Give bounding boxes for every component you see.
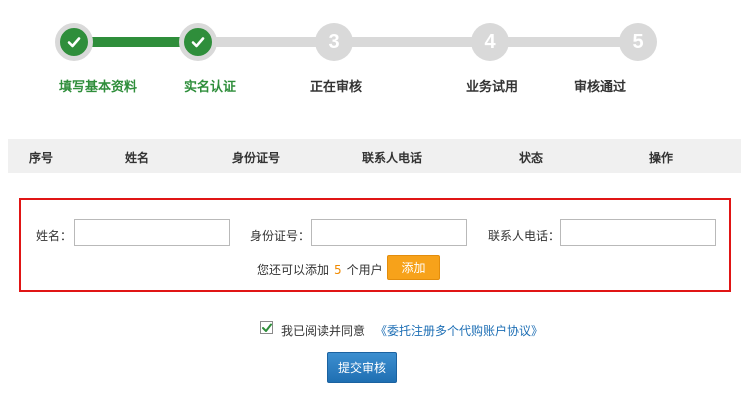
- checkmark-icon: [262, 323, 272, 332]
- remaining-users-hint: 您还可以添加 5 个用户: [257, 261, 383, 278]
- agreement-checkbox[interactable]: [260, 321, 273, 334]
- phone-input[interactable]: [560, 219, 716, 246]
- phone-label: 联系人电话：: [488, 229, 561, 243]
- column-header-phone: 联系人电话: [361, 151, 423, 165]
- step-5-number: 5: [632, 30, 644, 53]
- name-label: 姓名：: [36, 229, 73, 243]
- add-user-button[interactable]: 添加: [387, 255, 440, 280]
- step-4-number: 4: [484, 30, 496, 53]
- check-icon: [191, 37, 205, 48]
- user-table-header: 序号 姓名 身份证号 联系人电话 状态 操作: [8, 139, 741, 173]
- id-number-input[interactable]: [311, 219, 467, 246]
- hint-suffix: 个用户: [346, 263, 383, 277]
- column-header-status: 状态: [518, 151, 544, 165]
- step-3-label: 正在审核: [309, 80, 363, 95]
- step-3-circle: 3: [315, 23, 353, 61]
- step-5-circle: 5: [619, 23, 657, 61]
- hint-prefix: 您还可以添加: [257, 263, 330, 277]
- step-4-circle: 4: [471, 23, 509, 61]
- progress-track-pending: [198, 37, 638, 47]
- agreement-link[interactable]: 《委托注册多个代购账户协议》: [375, 322, 543, 339]
- name-input[interactable]: [74, 219, 230, 246]
- column-header-actions: 操作: [648, 151, 674, 165]
- submit-review-button[interactable]: 提交审核: [327, 352, 397, 383]
- step-2-circle: [179, 23, 217, 61]
- step-3-number: 3: [328, 30, 340, 53]
- column-header-id-number: 身份证号: [231, 151, 281, 165]
- step-2-label: 实名认证: [183, 80, 237, 95]
- check-icon: [67, 37, 81, 48]
- agreement-text: 我已阅读并同意: [281, 324, 366, 338]
- id-number-label: 身份证号：: [250, 229, 311, 243]
- progress-steps: 3 4 5 填写基本资料 实名认证 正在审核 业务试用 审核通过: [0, 0, 750, 110]
- step-5-label: 审核通过: [573, 80, 627, 95]
- column-header-name: 姓名: [124, 151, 150, 165]
- step-1-label: 填写基本资料: [58, 80, 138, 95]
- remaining-count: 5: [334, 263, 342, 277]
- step-1-circle: [55, 23, 93, 61]
- column-header-index: 序号: [28, 151, 54, 165]
- add-user-form: 姓名： 身份证号： 联系人电话： 您还可以添加 5 个用户 添加: [19, 198, 731, 292]
- step-4-label: 业务试用: [465, 80, 519, 95]
